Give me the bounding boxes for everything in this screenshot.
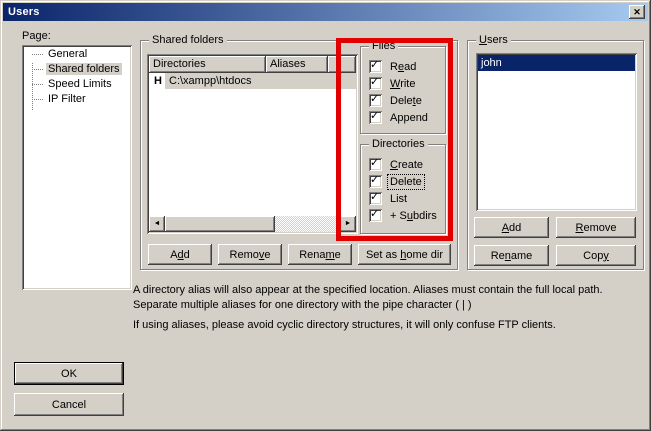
column-header-directories[interactable]: Directories (149, 56, 266, 73)
tree-branch-line (32, 84, 44, 85)
rename-folder-button[interactable]: Rename (288, 244, 352, 265)
remove-user-button[interactable]: Remove (556, 217, 636, 238)
close-button[interactable]: ✕ (629, 5, 645, 19)
cancel-button[interactable]: Cancel (14, 393, 124, 416)
home-marker: H (149, 73, 165, 89)
users-list[interactable]: john (476, 53, 637, 211)
page-item-label: Speed Limits (46, 78, 114, 90)
left-arrow-icon: ◄ (154, 220, 161, 227)
add-user-button[interactable]: Add (474, 217, 549, 238)
ok-button[interactable]: OK (14, 362, 124, 385)
page-item-label: IP Filter (46, 93, 88, 105)
window-title: Users (3, 6, 40, 18)
rename-user-button[interactable]: Rename (474, 245, 549, 266)
users-group-label: Users (476, 34, 511, 47)
remove-folder-button[interactable]: Remove (218, 244, 282, 265)
horizontal-scrollbar[interactable]: ◄ ► (149, 216, 356, 232)
shared-folders-list[interactable]: Directories Aliases H C:\xampp\htdocs ◄ … (147, 54, 358, 234)
shared-folders-group-label: Shared folders (149, 34, 227, 47)
page-item-shared-folders[interactable]: Shared folders (24, 62, 130, 77)
users-dialog: Users ✕ Page: General Shared folders Spe… (0, 0, 651, 431)
notes-block: A directory alias will also appear at th… (133, 283, 650, 333)
cyclic-note: If using aliases, please avoid cyclic di… (133, 318, 650, 333)
tree-branch-line (32, 54, 44, 55)
scroll-thumb[interactable] (165, 216, 275, 232)
set-home-dir-button[interactable]: Set as home dir (358, 244, 451, 265)
add-folder-button[interactable]: Add (148, 244, 212, 265)
column-header-aliases[interactable]: Aliases (266, 56, 328, 73)
alias-note: A directory alias will also appear at th… (133, 283, 650, 313)
page-item-label: Shared folders (46, 63, 122, 75)
page-item-general[interactable]: General (24, 47, 130, 62)
table-row[interactable]: H C:\xampp\htdocs (149, 73, 356, 89)
list-header: Directories Aliases (149, 56, 356, 73)
directory-path: C:\xampp\htdocs (165, 73, 356, 89)
tree-branch-line (32, 99, 44, 100)
list-item-user[interactable]: john (478, 55, 635, 71)
page-tree[interactable]: General Shared folders Speed Limits IP F… (22, 45, 132, 290)
tree-branch-line (32, 69, 44, 70)
annotation-rectangle (336, 38, 453, 241)
scroll-track[interactable] (275, 216, 340, 232)
page-tree-inner: General Shared folders Speed Limits IP F… (24, 47, 130, 288)
close-icon: ✕ (633, 7, 641, 17)
copy-user-button[interactable]: Copy (556, 245, 636, 266)
title-bar[interactable]: Users ✕ (3, 3, 648, 21)
page-item-speed-limits[interactable]: Speed Limits (24, 77, 130, 92)
scroll-left-button[interactable]: ◄ (149, 216, 165, 232)
page-item-ip-filter[interactable]: IP Filter (24, 92, 130, 107)
page-item-label: General (46, 48, 89, 60)
page-label: Page: (22, 30, 51, 42)
